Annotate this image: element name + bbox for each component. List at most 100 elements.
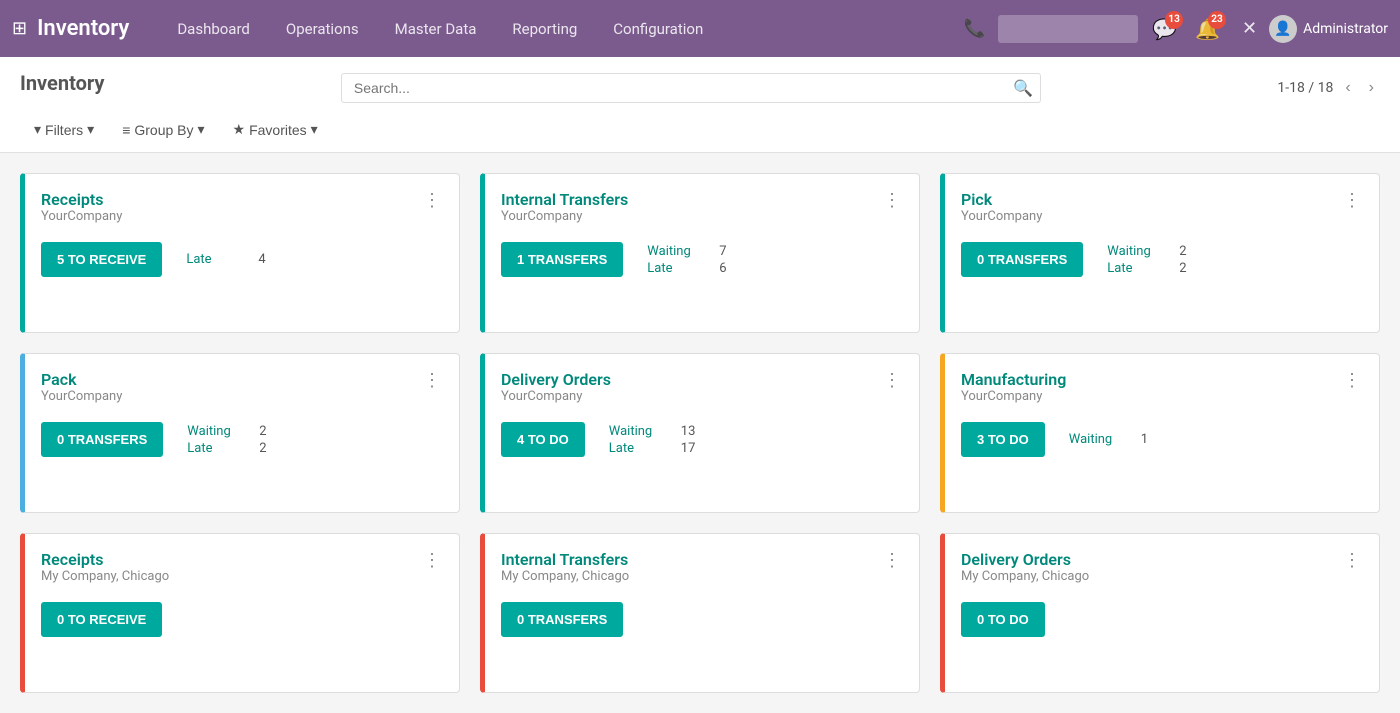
card-delivery-orders-yourcompany: Delivery Orders YourCompany ⋮ 4 TO DO Wa… [480, 353, 920, 513]
nav-dashboard[interactable]: Dashboard [159, 0, 268, 57]
nav-masterdata[interactable]: Master Data [377, 0, 495, 57]
filters-button[interactable]: ▾ Filters ▾ [20, 115, 108, 144]
card-body: 0 TRANSFERS [501, 602, 903, 637]
card-manufacturing-yourcompany: Manufacturing YourCompany ⋮ 3 TO DO Wait… [940, 353, 1380, 513]
stat-value: 4 [258, 252, 265, 267]
card-action-button[interactable]: 3 TO DO [961, 422, 1045, 457]
card-body: 3 TO DO Waiting 1 [961, 422, 1363, 457]
card-menu-icon[interactable]: ⋮ [1341, 550, 1363, 572]
card-header: Manufacturing YourCompany ⋮ [961, 370, 1363, 418]
admin-label: Administrator [1303, 21, 1388, 37]
card-action-button[interactable]: 0 TRANSFERS [501, 602, 623, 637]
stat-label: Waiting [609, 424, 669, 439]
topbar-search[interactable] [998, 15, 1138, 43]
card-title: Pack [41, 370, 122, 389]
topbar-right: 📞 💬 13 🔔 23 ✕ 👤 Administrator [960, 14, 1388, 43]
card-title: Receipts [41, 190, 122, 209]
card-header: Receipts My Company, Chicago ⋮ [41, 550, 443, 598]
stat-label: Waiting [647, 244, 707, 259]
card-title: Pick [961, 190, 1042, 209]
card-menu-icon[interactable]: ⋮ [421, 190, 443, 212]
card-action-button[interactable]: 5 TO RECEIVE [41, 242, 162, 277]
card-subtitle: YourCompany [961, 389, 1066, 404]
stat-label: Late [187, 441, 247, 456]
stat-value: 2 [259, 424, 266, 439]
card-header: Internal Transfers YourCompany ⋮ [501, 190, 903, 238]
card-stats: Waiting 2 Late 2 [187, 424, 266, 456]
nav-operations[interactable]: Operations [268, 0, 377, 57]
card-menu-icon[interactable]: ⋮ [1341, 190, 1363, 212]
card-action-button[interactable]: 0 TO RECEIVE [41, 602, 162, 637]
card-action-button[interactable]: 4 TO DO [501, 422, 585, 457]
card-stats: Waiting 1 [1069, 432, 1148, 447]
search-input[interactable] [341, 73, 1041, 103]
card-subtitle: My Company, Chicago [501, 569, 629, 584]
stat-row: Waiting 2 [187, 424, 266, 439]
card-internal-transfers-chicago: Internal Transfers My Company, Chicago ⋮… [480, 533, 920, 693]
app-brand: Inventory [37, 16, 129, 41]
groupby-button[interactable]: ≡ Group By ▾ [108, 115, 218, 144]
search-icon[interactable]: 🔍 [1013, 79, 1033, 98]
card-menu-icon[interactable]: ⋮ [421, 370, 443, 392]
stat-row: Late 2 [1107, 261, 1186, 276]
card-menu-icon[interactable]: ⋮ [881, 190, 903, 212]
card-subtitle: YourCompany [961, 209, 1042, 224]
card-stats: Late 4 [186, 252, 265, 267]
card-action-button[interactable]: 1 TRANSFERS [501, 242, 623, 277]
card-menu-icon[interactable]: ⋮ [1341, 370, 1363, 392]
card-header: Internal Transfers My Company, Chicago ⋮ [501, 550, 903, 598]
card-title: Internal Transfers [501, 550, 629, 569]
card-body: 1 TRANSFERS Waiting 7 Late 6 [501, 242, 903, 277]
phone-icon[interactable]: 📞 [960, 14, 990, 43]
card-title: Receipts [41, 550, 169, 569]
activity-badge-btn[interactable]: 🔔 23 [1195, 17, 1220, 41]
stat-label: Late [1107, 261, 1167, 276]
page-title: Inventory [20, 71, 104, 95]
stat-label: Late [609, 441, 669, 456]
chat-badge-btn[interactable]: 💬 13 [1152, 17, 1177, 41]
card-body: 0 TO DO [961, 602, 1363, 637]
stat-row: Late 6 [647, 261, 726, 276]
stat-row: Waiting 1 [1069, 432, 1148, 447]
nav-configuration[interactable]: Configuration [595, 0, 721, 57]
card-menu-icon[interactable]: ⋮ [881, 550, 903, 572]
card-stats: Waiting 7 Late 6 [647, 244, 726, 276]
nav-reporting[interactable]: Reporting [494, 0, 595, 57]
stat-value: 17 [681, 441, 696, 456]
stat-label: Late [647, 261, 707, 276]
card-body: 4 TO DO Waiting 13 Late 17 [501, 422, 903, 457]
groupby-icon: ≡ [122, 122, 130, 138]
card-action-button[interactable]: 0 TO DO [961, 602, 1045, 637]
stat-value: 2 [1179, 244, 1186, 259]
card-body: 5 TO RECEIVE Late 4 [41, 242, 443, 277]
admin-menu[interactable]: 👤 Administrator [1269, 15, 1388, 43]
search-wrapper: 🔍 [341, 73, 1041, 103]
grid-icon[interactable]: ⊞ [12, 18, 27, 39]
card-action-button[interactable]: 0 TRANSFERS [41, 422, 163, 457]
favorites-button[interactable]: ★ Favorites ▾ [219, 115, 332, 144]
card-body: 0 TO RECEIVE [41, 602, 443, 637]
stat-label: Late [186, 252, 246, 267]
stat-row: Waiting 2 [1107, 244, 1186, 259]
card-body: 0 TRANSFERS Waiting 2 Late 2 [41, 422, 443, 457]
card-menu-icon[interactable]: ⋮ [421, 550, 443, 572]
stat-value: 13 [681, 424, 696, 439]
close-icon[interactable]: ✕ [1238, 14, 1261, 43]
card-menu-icon[interactable]: ⋮ [881, 370, 903, 392]
pagination-label: 1-18 / 18 [1277, 80, 1333, 96]
card-body: 0 TRANSFERS Waiting 2 Late 2 [961, 242, 1363, 277]
card-header: Receipts YourCompany ⋮ [41, 190, 443, 238]
card-receipts-yourcompany: Receipts YourCompany ⋮ 5 TO RECEIVE Late… [20, 173, 460, 333]
avatar: 👤 [1269, 15, 1297, 43]
stat-label: Waiting [187, 424, 247, 439]
top-nav: Dashboard Operations Master Data Reporti… [159, 0, 959, 57]
prev-page-button[interactable]: ‹ [1339, 77, 1356, 99]
card-action-button[interactable]: 0 TRANSFERS [961, 242, 1083, 277]
card-internal-transfers-yourcompany: Internal Transfers YourCompany ⋮ 1 TRANS… [480, 173, 920, 333]
card-subtitle: YourCompany [501, 209, 628, 224]
next-page-button[interactable]: › [1363, 77, 1380, 99]
stat-value: 2 [1179, 261, 1186, 276]
main-content: Receipts YourCompany ⋮ 5 TO RECEIVE Late… [0, 153, 1400, 713]
card-header: Delivery Orders YourCompany ⋮ [501, 370, 903, 418]
chat-badge: 13 [1165, 11, 1183, 29]
